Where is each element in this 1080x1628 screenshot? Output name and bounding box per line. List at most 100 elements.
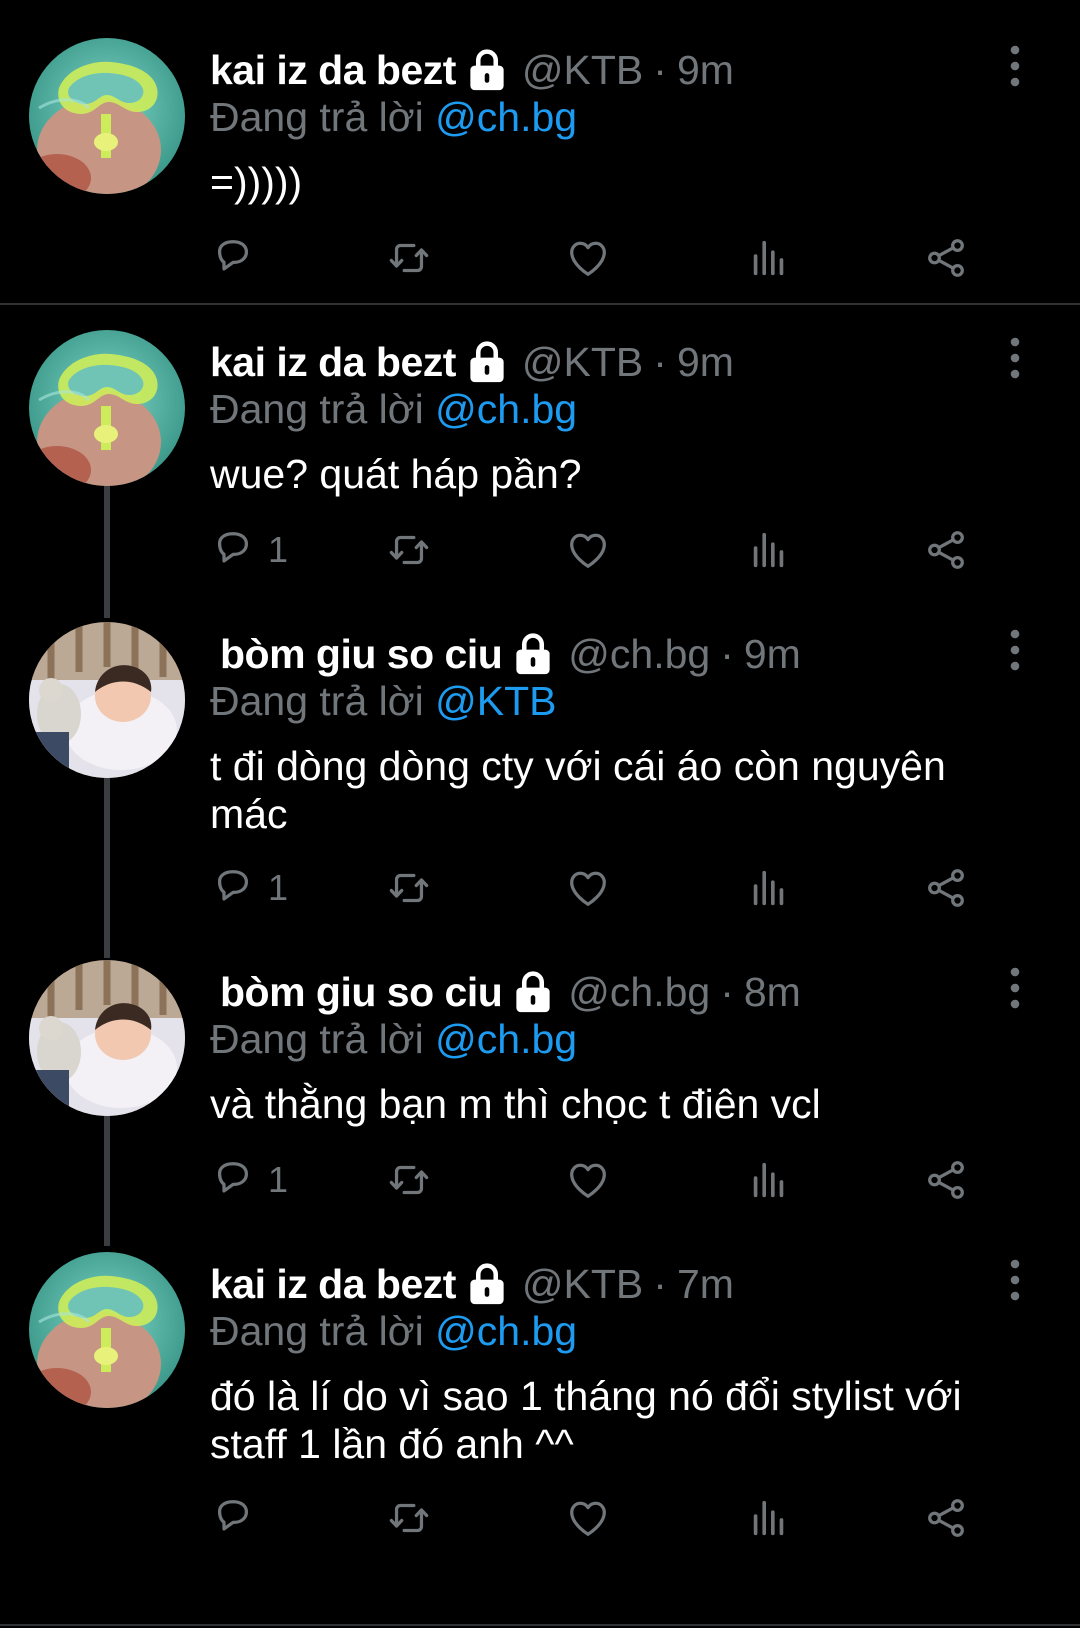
tweet-thread: kai iz da bezt @KTB · 9m Đang trả lời @ch.bg… (0, 0, 1080, 1628)
separator-dot: · (720, 630, 734, 677)
lock-icon (466, 1261, 508, 1307)
heart-icon (565, 235, 611, 281)
tweet-timestamp[interactable]: 9m (677, 47, 734, 94)
tweet-actions: 1 (210, 858, 1010, 918)
replying-to-line: Đang trả lời @ch.bg (210, 386, 577, 438)
tweet-actions: 1 (210, 520, 1010, 580)
replying-to-mention[interactable]: @KTB (435, 678, 556, 724)
replying-to-line: Đang trả lời @ch.bg (210, 1016, 577, 1068)
heart-icon (565, 865, 611, 911)
replying-to-mention[interactable]: @ch.bg (435, 1308, 577, 1354)
sleeping-baby-avatar[interactable] (29, 960, 185, 1116)
user-handle[interactable]: @KTB (522, 47, 643, 94)
tweet[interactable]: bòm giu so ciu @ch.bg · 8m Đang trả lời @ch.… (0, 922, 1080, 1220)
like-button[interactable] (565, 520, 611, 580)
views-button[interactable] (746, 1150, 792, 1210)
share-button[interactable] (923, 1488, 969, 1548)
reply-button[interactable] (210, 228, 268, 288)
like-button[interactable] (565, 1488, 611, 1548)
more-vertical-icon[interactable] (1003, 966, 1027, 1010)
replying-to-mention[interactable]: @ch.bg (435, 94, 577, 140)
share-button[interactable] (923, 520, 969, 580)
reply-button[interactable] (210, 1488, 268, 1548)
share-button[interactable] (923, 858, 969, 918)
reply-count: 1 (268, 529, 289, 570)
tweet-text: wue? quát háp pần? (210, 451, 582, 497)
replying-to-label: Đang trả lời (210, 94, 424, 140)
tweet-text: =))))) (210, 159, 303, 205)
share-button[interactable] (923, 1150, 969, 1210)
reply-button[interactable]: 1 (210, 520, 288, 580)
tweet-divider (0, 1624, 1080, 1626)
user-handle[interactable]: @ch.bg (568, 969, 710, 1016)
snorkel-mask-avatar[interactable] (29, 38, 185, 194)
reply-button[interactable]: 1 (210, 858, 288, 918)
like-button[interactable] (565, 858, 611, 918)
snorkel-mask-avatar[interactable] (29, 1252, 185, 1408)
share-icon (923, 1495, 969, 1541)
views-button[interactable] (746, 520, 792, 580)
tweet-text: đó là lí do vì sao 1 tháng nó đổi stylis… (210, 1373, 962, 1467)
tweet[interactable]: bòm giu so ciu @ch.bg · 9m Đang trả lời @KTB… (0, 584, 1080, 928)
analytics-icon (746, 527, 792, 573)
retweet-button[interactable] (386, 858, 432, 918)
display-name[interactable]: kai iz da bezt (210, 339, 456, 386)
views-button[interactable] (746, 858, 792, 918)
user-handle[interactable]: @ch.bg (568, 631, 710, 678)
reply-icon (210, 235, 256, 281)
retweet-icon (386, 1157, 432, 1203)
user-handle[interactable]: @KTB (522, 1261, 643, 1308)
more-vertical-icon[interactable] (1003, 1258, 1027, 1302)
share-icon (923, 865, 969, 911)
separator-dot: · (653, 1260, 667, 1307)
tweet-timestamp[interactable]: 9m (677, 339, 734, 386)
tweet-actions: 1 (210, 1150, 1010, 1210)
tweet-header: kai iz da bezt @KTB · 7m (210, 1256, 734, 1312)
more-vertical-icon[interactable] (1003, 628, 1027, 672)
retweet-icon (386, 527, 432, 573)
retweet-button[interactable] (386, 520, 432, 580)
tweet-timestamp[interactable]: 7m (677, 1261, 734, 1308)
retweet-icon (386, 1495, 432, 1541)
display-name[interactable]: bòm giu so ciu (220, 631, 503, 678)
display-name[interactable]: kai iz da bezt (210, 1261, 456, 1308)
heart-icon (565, 1157, 611, 1203)
separator-dot: · (653, 338, 667, 385)
tweet-timestamp[interactable]: 9m (744, 631, 801, 678)
retweet-button[interactable] (386, 228, 432, 288)
analytics-icon (746, 235, 792, 281)
retweet-button[interactable] (386, 1488, 432, 1548)
share-icon (923, 235, 969, 281)
separator-dot: · (720, 968, 734, 1015)
replying-to-line: Đang trả lời @KTB (210, 678, 557, 730)
tweet-header: bòm giu so ciu @ch.bg · 8m (220, 964, 801, 1020)
views-button[interactable] (746, 228, 792, 288)
like-button[interactable] (565, 1150, 611, 1210)
views-button[interactable] (746, 1488, 792, 1548)
share-icon (923, 527, 969, 573)
like-button[interactable] (565, 228, 611, 288)
sleeping-baby-avatar[interactable] (29, 622, 185, 778)
replying-to-label: Đang trả lời (210, 1016, 424, 1062)
tweet[interactable]: kai iz da bezt @KTB · 9m Đang trả lời @ch.bg… (0, 0, 1080, 298)
replying-to-mention[interactable]: @ch.bg (435, 1016, 577, 1062)
heart-icon (565, 527, 611, 573)
display-name[interactable]: bòm giu so ciu (220, 969, 503, 1016)
user-handle[interactable]: @KTB (522, 339, 643, 386)
tweet[interactable]: kai iz da bezt @KTB · 7m Đang trả lời @ch.bg… (0, 1214, 1080, 1558)
reply-button[interactable]: 1 (210, 1150, 288, 1210)
tweet[interactable]: kai iz da bezt @KTB · 9m Đang trả lời @ch.bg… (0, 292, 1080, 590)
snorkel-mask-avatar[interactable] (29, 330, 185, 486)
display-name[interactable]: kai iz da bezt (210, 47, 456, 94)
more-vertical-icon[interactable] (1003, 44, 1027, 88)
retweet-icon (386, 235, 432, 281)
heart-icon (565, 1495, 611, 1541)
reply-icon (210, 865, 256, 911)
retweet-button[interactable] (386, 1150, 432, 1210)
analytics-icon (746, 865, 792, 911)
replying-to-mention[interactable]: @ch.bg (435, 386, 577, 432)
lock-icon (512, 969, 554, 1015)
share-button[interactable] (923, 228, 969, 288)
more-vertical-icon[interactable] (1003, 336, 1027, 380)
tweet-timestamp[interactable]: 8m (744, 969, 801, 1016)
